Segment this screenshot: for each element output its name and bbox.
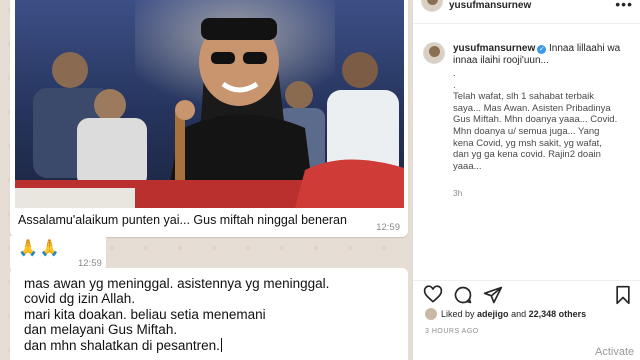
caption-line: . — [453, 68, 456, 79]
caption-username[interactable]: yusufmansurnew — [453, 43, 535, 54]
caption-line: Gus Miftah. Mhn doanya yaaa... Covid. — [453, 114, 618, 126]
chat-panel: Assalamu'alaikum punten yai... Gus mifta… — [0, 0, 412, 360]
header-username[interactable]: yusufmansurnew — [449, 0, 531, 11]
post-action-bar — [413, 280, 640, 310]
message-line: covid dg izin Allah. — [24, 291, 136, 307]
caption-line: Mhn doanya u/ semua juga... Yang — [453, 125, 600, 137]
message-timestamp: 12:59 — [376, 222, 400, 233]
caption-body: . . Telah wafat, slh 1 sahabat terbaik s… — [453, 68, 633, 172]
message-line: dan melayani Gus Miftah. — [24, 322, 178, 338]
verified-badge-icon: ✓ — [537, 45, 547, 54]
liker-avatar — [425, 308, 437, 320]
text-cursor — [220, 337, 222, 352]
photo-message-bubble[interactable]: Assalamu'alaikum punten yai... Gus mifta… — [10, 0, 408, 237]
post-time-ago: 3 HOURS AGO — [425, 328, 479, 335]
instagram-post-panel: yusufmansurnew ••• yusufmansurnew ✓ Innaa… — [412, 0, 640, 360]
liker-username[interactable]: adejigo — [477, 309, 509, 319]
likes-summary[interactable]: Liked by adejigo and 22,348 others — [425, 308, 586, 320]
comment-icon[interactable] — [453, 285, 473, 305]
praying-hands-emoji: 🙏🙏 — [18, 240, 62, 257]
shared-photo[interactable] — [15, 0, 404, 208]
stage-photo-illustration — [15, 0, 404, 208]
caption-line: yaaa... — [453, 160, 482, 172]
message-line-last: dan mhn shalatkan di pesantren. — [24, 337, 329, 353]
likes-and: and — [511, 309, 527, 319]
screenshot-root: Assalamu'alaikum punten yai... Gus mifta… — [0, 0, 640, 360]
caption-line: Telah wafat, slh 1 sahabat terbaik — [453, 91, 595, 103]
caption-timestamp[interactable]: 3h — [453, 188, 462, 198]
message-text: mas awan yg meninggal. asistennya yg men… — [24, 276, 329, 353]
caption-line: dan yg ga kena covid. Rajin2 doain — [453, 149, 601, 161]
message-line-text: dan mhn shalatkan di pesantren. — [24, 337, 220, 353]
activate-watermark: Activate — [595, 346, 635, 358]
photo-caption: Assalamu'alaikum punten yai... Gus mifta… — [18, 213, 347, 227]
likes-prefix: Liked by — [441, 309, 475, 319]
more-horizontal-icon[interactable]: ••• — [615, 0, 633, 12]
bookmark-icon[interactable] — [613, 285, 633, 305]
post-header: yusufmansurnew ••• — [413, 0, 640, 24]
caption-line: kena Covid, yg msh sakit, yg wafat, — [453, 137, 602, 149]
heart-icon[interactable] — [423, 285, 443, 305]
caption-line: . — [453, 79, 456, 91]
likes-count[interactable]: 22,348 others — [529, 309, 587, 319]
caption-first-line: yusufmansurnew ✓ Innaa lillaahi wa innaa … — [453, 43, 633, 66]
message-line: mas awan yg meninggal. asistennya yg men… — [24, 276, 330, 291]
message-line: mari kita doakan. beliau setia menemani — [24, 306, 266, 322]
header-avatar[interactable] — [421, 0, 443, 12]
share-icon[interactable] — [483, 285, 503, 305]
caption-avatar[interactable] — [423, 42, 445, 64]
caption-line: saya... Mas Awan. Asisten Pribadinya — [453, 102, 611, 114]
